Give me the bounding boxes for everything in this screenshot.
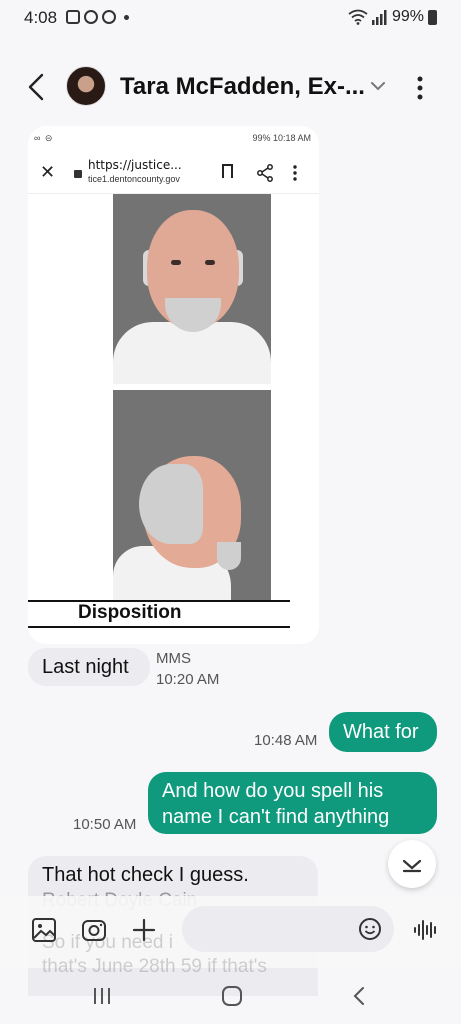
- screenshot-status-bar: ∞ ⊝ 99% 10:18 AM: [28, 132, 319, 148]
- status-bar: 4:08 99%: [0, 0, 461, 36]
- screenshot-domain: tice1.dentoncounty.gov: [88, 174, 180, 184]
- message-timestamp: 10:50 AM: [73, 816, 137, 833]
- mugshot-front-photo: [113, 194, 271, 384]
- recent-apps-button[interactable]: [88, 984, 116, 1008]
- message-text: What for: [343, 721, 419, 743]
- back-button[interactable]: [22, 70, 52, 104]
- camera-icon[interactable]: [78, 914, 110, 946]
- compose-bar: So if you need i that's June 28th 59 if …: [0, 896, 461, 977]
- wifi-icon: [348, 9, 368, 25]
- close-icon: ✕: [40, 162, 56, 182]
- message-text: Last night: [42, 656, 129, 678]
- message-text-line: And how do you spell his: [162, 780, 384, 802]
- screenshot-browser-bar: ✕ https://justice... tice1.dentoncounty.…: [28, 152, 319, 194]
- status-right: 99%: [348, 8, 437, 26]
- app-notification-icon-2: [102, 10, 116, 24]
- message-text-line: name I can't find anything: [162, 806, 390, 828]
- signal-icon: [371, 9, 387, 25]
- conversation-header: Tara McFadden, Ex-...: [0, 56, 461, 120]
- message-timestamp: 10:48 AM: [254, 732, 318, 749]
- message-text-line: That hot check I guess.: [42, 864, 249, 886]
- message-type-label: MMS: [156, 650, 191, 667]
- battery-percent: 99%: [391, 8, 424, 25]
- chevron-down-icon[interactable]: [368, 76, 388, 96]
- outgoing-message-bubble[interactable]: And how do you spell his name I can't fi…: [148, 772, 437, 834]
- contact-name[interactable]: Tara McFadden, Ex-...: [120, 73, 365, 101]
- scroll-to-bottom-button[interactable]: [388, 840, 436, 888]
- share-icon: [257, 164, 273, 182]
- home-button[interactable]: [218, 984, 246, 1008]
- message-input[interactable]: [182, 906, 394, 952]
- screenshot-url: https://justice...: [88, 158, 182, 172]
- more-notifications-icon: [124, 14, 129, 20]
- screenshot-status-icons: ∞ ⊝: [34, 133, 54, 143]
- bookmark-icon: [222, 164, 233, 178]
- avatar[interactable]: [66, 66, 106, 106]
- disposition-heading: Disposition: [78, 602, 182, 623]
- lock-icon: [74, 170, 82, 178]
- add-icon[interactable]: [128, 914, 160, 946]
- mugshot-profile-photo: [113, 390, 271, 602]
- more-options-icon: [293, 165, 297, 181]
- back-nav-button[interactable]: [346, 984, 374, 1008]
- battery-icon: [428, 9, 437, 25]
- mms-image-attachment[interactable]: ∞ ⊝ 99% 10:18 AM ✕ https://justice... ti…: [28, 126, 319, 644]
- gallery-notification-icon: [66, 10, 80, 24]
- status-time: 4:08: [24, 8, 58, 27]
- message-timestamp: 10:20 AM: [156, 671, 220, 688]
- system-navigation-bar: [0, 968, 461, 1024]
- more-options-button[interactable]: [408, 70, 432, 106]
- app-notification-icon: [84, 10, 98, 24]
- gallery-icon[interactable]: [28, 914, 60, 946]
- divider: [28, 626, 290, 628]
- incoming-message-bubble[interactable]: Last night: [28, 648, 150, 686]
- outgoing-message-bubble[interactable]: What for: [329, 712, 437, 752]
- emoji-icon[interactable]: [358, 917, 382, 941]
- chevron-down-icon: [402, 859, 422, 873]
- screenshot-status-text: 99% 10:18 AM: [252, 133, 311, 143]
- voice-input-icon[interactable]: [410, 914, 442, 946]
- notification-icons: [66, 10, 129, 24]
